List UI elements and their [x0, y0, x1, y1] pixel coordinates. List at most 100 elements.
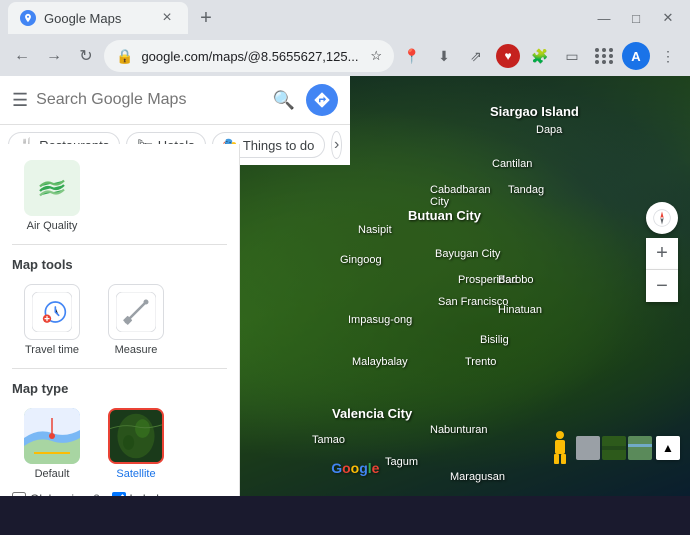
city-label-bislig: Bisilig [480, 334, 509, 346]
lock-icon: 🔒 [116, 48, 133, 65]
side-panel: Air Quality Map tools Travel time [0, 144, 240, 496]
download-icon[interactable]: ⬇ [430, 42, 458, 70]
more-categories-btn[interactable]: › [331, 131, 342, 159]
browser-chrome: Google Maps × + — □ ✕ ← → ↻ 🔒 google.com… [0, 0, 690, 76]
default-map-label: Default [35, 468, 70, 480]
profile-button[interactable]: A [622, 42, 650, 70]
extensions-icon[interactable]: 🧩 [526, 42, 554, 70]
satellite-map-icon [108, 408, 164, 464]
city-label-trento: Trento [465, 356, 496, 368]
globe-view-item: Globe view ? [12, 492, 100, 496]
labels-checkbox[interactable] [112, 492, 126, 496]
bottom-controls: ▲ [548, 428, 680, 468]
map-controls: + − [646, 202, 678, 302]
map-type-title: Map type [12, 381, 227, 396]
default-map-item[interactable]: Default [12, 404, 92, 484]
city-label-cabadbaran: CabadbaranCity [430, 184, 491, 208]
expand-button[interactable]: ▲ [656, 436, 680, 460]
compass-button[interactable] [646, 202, 678, 234]
search-bar: ☰ 🔍 [0, 76, 350, 125]
forward-button[interactable]: → [40, 42, 68, 70]
apps-grid [595, 48, 614, 64]
globe-view-checkbox[interactable] [12, 492, 26, 496]
city-label-gingoog: Gingoog [340, 254, 382, 266]
bookmark-icon[interactable]: ☆ [370, 48, 382, 64]
city-label-valencia: Valencia City [332, 406, 412, 421]
back-button[interactable]: ← [8, 42, 36, 70]
default-map-icon [24, 408, 80, 464]
city-label-butuan: Butuan City [408, 208, 481, 223]
air-quality-item[interactable]: Air Quality [12, 156, 92, 236]
layer-thumb-2[interactable] [602, 436, 626, 460]
tab-groups-icon[interactable]: ▭ [558, 42, 586, 70]
search-input[interactable] [36, 91, 262, 109]
close-btn[interactable]: ✕ [654, 4, 682, 32]
fav-icon[interactable]: ♥ [494, 42, 522, 70]
tab-things-label: Things to do [243, 138, 315, 153]
satellite-map-item[interactable]: Satellite [96, 404, 176, 484]
location-icon[interactable]: 📍 [398, 42, 426, 70]
city-label-hinatuan: Hinatuan [498, 304, 542, 316]
globe-labels-row: Globe view ? Labels [12, 492, 227, 496]
url-bar[interactable]: 🔒 google.com/maps/@8.5655627,125... ☆ [104, 40, 394, 72]
globe-help-icon[interactable]: ? [93, 493, 99, 496]
satellite-icon-wrap [108, 408, 164, 468]
city-label-dapa: Dapa [536, 124, 562, 136]
minimize-btn[interactable]: — [590, 4, 618, 32]
air-quality-icon-box [24, 160, 80, 216]
reload-button[interactable]: ↻ [72, 42, 100, 70]
zoom-controls: + − [646, 238, 678, 302]
city-label-maragusan: Maragusan [450, 471, 505, 483]
city-label-tamao: Tamao [312, 434, 345, 446]
city-label-nasipit: Nasipit [358, 224, 392, 236]
tab-close-btn[interactable]: × [158, 9, 176, 27]
map-tools-row: Travel time Measure [12, 280, 227, 360]
search-button[interactable]: 🔍 [270, 86, 298, 114]
search-input-wrap[interactable] [36, 91, 262, 109]
menu-icon[interactable]: ⋮ [654, 42, 682, 70]
travel-time-label: Travel time [25, 344, 79, 356]
maximize-btn[interactable]: □ [622, 4, 650, 32]
layer-thumbnails [576, 436, 652, 460]
tab-title: Google Maps [44, 11, 121, 26]
pegman-button[interactable] [548, 428, 572, 468]
share-icon[interactable]: ⇗ [462, 42, 490, 70]
city-label-siargao: Siargao Island [490, 104, 579, 119]
city-label-tagum: Tagum [385, 456, 418, 468]
measure-label: Measure [115, 344, 158, 356]
air-quality-label: Air Quality [27, 220, 78, 232]
apps-button[interactable] [590, 42, 618, 70]
active-tab[interactable]: Google Maps × [8, 2, 188, 34]
url-text: google.com/maps/@8.5655627,125... [141, 49, 362, 64]
google-logo: Google [331, 460, 379, 476]
measure-item[interactable]: Measure [96, 280, 176, 360]
city-label-cantilan: Cantilan [492, 158, 532, 170]
divider-2 [12, 368, 227, 369]
city-label-barobo: Barobo [498, 274, 533, 286]
labels-label: Labels [130, 492, 165, 496]
address-bar: ← → ↻ 🔒 google.com/maps/@8.5655627,125..… [0, 36, 690, 76]
layer-thumb-3[interactable] [628, 436, 652, 460]
city-label-malaybalay: Malaybalay [352, 356, 408, 368]
new-tab-button[interactable]: + [192, 4, 220, 32]
city-label-bayugan: Bayugan City [435, 248, 500, 260]
zoom-out-button[interactable]: − [646, 270, 678, 302]
title-bar: Google Maps × + — □ ✕ [0, 0, 690, 36]
divider-1 [12, 244, 227, 245]
maps-container: Siargao Island Dapa Cantilan CabadbaranC… [0, 76, 690, 496]
travel-time-item[interactable]: Travel time [12, 280, 92, 360]
tab-favicon [20, 10, 36, 26]
hamburger-menu[interactable]: ☰ [12, 90, 28, 111]
measure-icon-box [108, 284, 164, 340]
map-type-row: Default Satellite [12, 404, 227, 484]
city-label-impasug: Impasug-ong [348, 314, 412, 326]
window-controls: — □ ✕ [590, 4, 682, 32]
labels-item: Labels [112, 492, 165, 496]
zoom-in-button[interactable]: + [646, 238, 678, 270]
travel-time-icon-box [24, 284, 80, 340]
fav-circle: ♥ [496, 44, 520, 68]
layer-thumb-1[interactable] [576, 436, 600, 460]
satellite-map-label: Satellite [116, 468, 155, 480]
city-label-nabunturan: Nabunturan [430, 424, 488, 436]
directions-button[interactable] [306, 84, 338, 116]
